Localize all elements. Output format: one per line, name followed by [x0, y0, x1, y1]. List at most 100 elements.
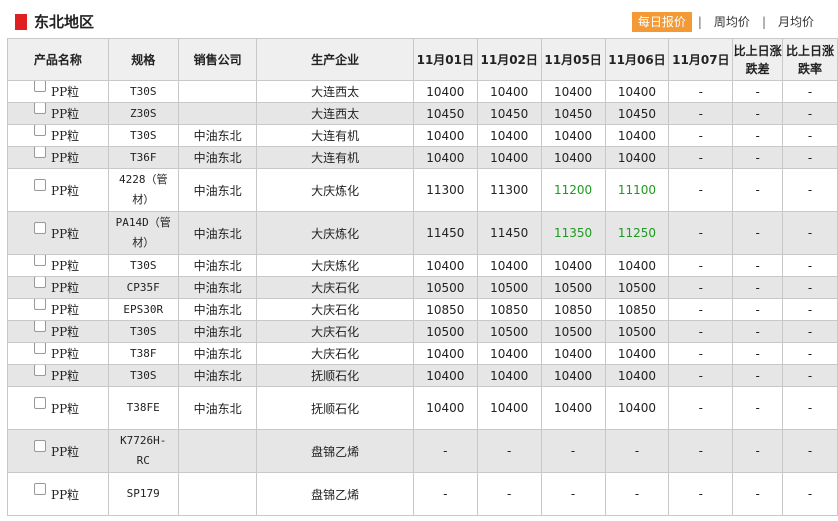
- product-name: PP粒: [51, 444, 80, 459]
- product-name: PP粒: [51, 129, 80, 143]
- row-checkbox[interactable]: [34, 103, 46, 114]
- cell-price: -: [540, 429, 606, 473]
- cell-product: PP粒: [7, 429, 109, 473]
- cell-price: 10400: [476, 254, 542, 277]
- row-checkbox[interactable]: [34, 178, 46, 191]
- row-checkbox[interactable]: [34, 221, 46, 234]
- cell-rate: -: [782, 168, 838, 212]
- cell-price: 10400: [540, 364, 606, 387]
- row-checkbox[interactable]: [34, 365, 46, 376]
- cell-spec: Z30S: [107, 102, 179, 125]
- cell-product: PP粒: [7, 364, 109, 387]
- cell-price: -: [668, 168, 734, 212]
- cell-price: 10400: [604, 364, 670, 387]
- cell-rate: -: [782, 320, 838, 343]
- row-checkbox[interactable]: [34, 125, 46, 136]
- cell-product: PP粒: [7, 211, 109, 255]
- cell-spec: T30S: [107, 254, 179, 277]
- row-checkbox[interactable]: [34, 255, 46, 266]
- cell-rate: -: [782, 386, 838, 430]
- row-checkbox[interactable]: [34, 81, 46, 92]
- cell-price: 11300: [412, 168, 478, 212]
- product-name: PP粒: [51, 303, 80, 317]
- cell-diff: -: [732, 102, 784, 125]
- cell-rate: -: [782, 342, 838, 365]
- cell-price: -: [476, 472, 542, 516]
- cell-producer: 抚顺石化: [256, 364, 414, 387]
- row-checkbox[interactable]: [34, 147, 46, 158]
- cell-product: PP粒: [7, 254, 109, 277]
- cell-rate: -: [782, 364, 838, 387]
- cell-price: 10400: [412, 254, 478, 277]
- cell-rate: -: [782, 298, 838, 321]
- cell-price: -: [540, 472, 606, 516]
- cell-price: 11450: [476, 211, 542, 255]
- cell-product: PP粒: [7, 386, 109, 430]
- row-checkbox[interactable]: [34, 396, 46, 409]
- cell-price: 11250: [604, 211, 670, 255]
- cell-producer: 大庆石化: [256, 342, 414, 365]
- cell-diff: -: [732, 276, 784, 299]
- cell-price: 10400: [476, 342, 542, 365]
- cell-price: 10400: [476, 80, 542, 103]
- cell-spec: T38FE: [107, 386, 179, 430]
- cell-price: 10400: [476, 146, 542, 169]
- cell-price: 10400: [540, 146, 606, 169]
- table-header-row: 产品名称 规格 销售公司 生产企业 11月01日 11月02日 11月05日 1…: [7, 38, 838, 81]
- cell-price: -: [668, 276, 734, 299]
- cell-price: 10450: [476, 102, 542, 125]
- section-header: 东北地区 每日报价 | 周均价 | 月均价: [0, 0, 838, 38]
- cell-seller: [177, 472, 258, 516]
- table-row: PP粒 T38FE 中油东北 抚顺石化 10400 10400 10400 10400- - -: [7, 386, 838, 430]
- cell-price: 10450: [540, 102, 606, 125]
- cell-product: PP粒: [7, 168, 109, 212]
- cell-price: 10850: [540, 298, 606, 321]
- product-name: PP粒: [51, 281, 80, 295]
- cell-seller: 中油东北: [177, 386, 258, 430]
- cell-spec: EPS30R: [107, 298, 179, 321]
- cell-producer: 大庆石化: [256, 298, 414, 321]
- cell-price: 10400: [476, 364, 542, 387]
- cell-price: 10400: [604, 80, 670, 103]
- cell-price: 10400: [604, 254, 670, 277]
- table-row: PP粒 T36F 中油东北 大连有机 10400 10400 10400 10400- - -: [7, 146, 838, 169]
- row-checkbox[interactable]: [34, 482, 46, 495]
- cell-price: 10500: [540, 276, 606, 299]
- row-checkbox[interactable]: [34, 343, 46, 354]
- row-checkbox[interactable]: [34, 299, 46, 310]
- cell-price: 11450: [412, 211, 478, 255]
- cell-producer: 大庆石化: [256, 276, 414, 299]
- cell-price: 10400: [412, 342, 478, 365]
- cell-diff: -: [732, 168, 784, 212]
- cell-price: -: [668, 80, 734, 103]
- product-name: PP粒: [51, 347, 80, 361]
- cell-producer: 大庆炼化: [256, 254, 414, 277]
- cell-spec: K7726H-RC: [107, 429, 179, 473]
- col-header-date: 11月01日: [412, 38, 478, 81]
- cell-seller: 中油东北: [177, 276, 258, 299]
- cell-price: 10500: [412, 276, 478, 299]
- cell-price: -: [668, 254, 734, 277]
- cell-seller: 中油东北: [177, 342, 258, 365]
- cell-diff: -: [732, 320, 784, 343]
- col-header-product: 产品名称: [7, 38, 109, 81]
- cell-price: -: [668, 211, 734, 255]
- row-checkbox[interactable]: [34, 439, 46, 452]
- cell-price: 10400: [540, 254, 606, 277]
- tab-daily-price[interactable]: 每日报价: [631, 12, 692, 32]
- cell-diff: -: [732, 429, 784, 473]
- tab-weekly-average[interactable]: 周均价: [708, 12, 756, 32]
- row-checkbox[interactable]: [34, 277, 46, 288]
- col-header-daily-rate: 比上日涨跌率: [782, 38, 838, 81]
- cell-diff: -: [732, 124, 784, 147]
- cell-producer: 大庆炼化: [256, 211, 414, 255]
- row-checkbox[interactable]: [34, 321, 46, 332]
- cell-seller: 中油东北: [177, 124, 258, 147]
- product-name: PP粒: [51, 107, 80, 121]
- cell-price: 10400: [412, 386, 478, 430]
- cell-diff: -: [732, 386, 784, 430]
- table-row: PP粒 PA14D（管材） 中油东北 大庆炼化 11450 11450 11350 11250…: [7, 211, 838, 255]
- cell-price: 10850: [412, 298, 478, 321]
- tab-monthly-average[interactable]: 月均价: [772, 12, 820, 32]
- price-table: 产品名称 规格 销售公司 生产企业 11月01日 11月02日 11月05日 1…: [7, 38, 838, 516]
